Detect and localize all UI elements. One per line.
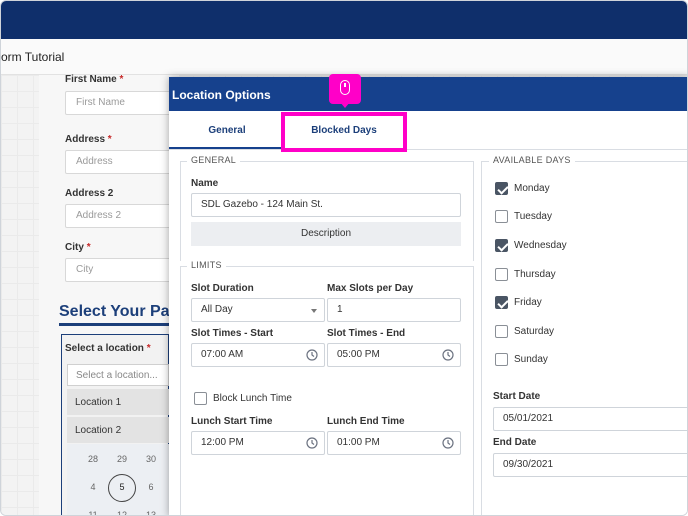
slot-duration-select[interactable]: All Day: [191, 298, 325, 322]
clock-icon[interactable]: [442, 349, 454, 361]
lunch-end-label: Lunch End Time: [327, 416, 405, 427]
section-heading-underline: [59, 323, 169, 326]
end-date-label: End Date: [493, 437, 537, 448]
modal-header: Location Options: [169, 77, 687, 111]
calendar-day[interactable]: 6: [141, 482, 161, 492]
name-label: Name: [191, 178, 219, 189]
saturday-checkbox[interactable]: [495, 325, 508, 338]
screenshot-frame: orm Tutorial First Name * First Name Add…: [0, 0, 688, 516]
slot-start-label: Slot Times - Start: [191, 328, 274, 339]
address-label: Address *: [65, 134, 112, 145]
app-title: orm Tutorial: [1, 50, 65, 64]
thursday-checkbox[interactable]: [495, 268, 508, 281]
clock-icon[interactable]: [306, 437, 318, 449]
slot-end-label: Slot Times - End: [327, 328, 406, 339]
calendar-day[interactable]: 28: [83, 454, 103, 464]
max-slots-label: Max Slots per Day: [327, 283, 414, 294]
slot-start-input[interactable]: 07:00 AM: [191, 343, 325, 367]
monday-label: Monday: [514, 183, 550, 194]
start-date-input[interactable]: 05/01/2021: [493, 407, 687, 431]
location-option[interactable]: Location 2: [67, 417, 169, 443]
sunday-checkbox[interactable]: [495, 353, 508, 366]
address2-label: Address 2: [65, 188, 114, 199]
friday-label: Friday: [514, 297, 542, 308]
calendar-day[interactable]: 29: [112, 454, 132, 464]
section-heading: Select Your Pa: [59, 303, 170, 320]
block-lunch-label: Block Lunch Time: [213, 393, 292, 404]
lunch-end-value: 01:00 PM: [337, 437, 380, 448]
calendar-day[interactable]: 13: [141, 510, 161, 515]
start-date-label: Start Date: [493, 391, 541, 402]
calendar-day[interactable]: 30: [141, 454, 161, 464]
calendar-day-selected[interactable]: 5: [112, 482, 132, 492]
slot-duration-label: Slot Duration: [191, 283, 254, 294]
city-label: City *: [65, 242, 91, 253]
lunch-end-input[interactable]: 01:00 PM: [327, 431, 461, 455]
first-name-label: First Name *: [65, 74, 124, 85]
slot-end-value: 05:00 PM: [337, 349, 380, 360]
wednesday-label: Wednesday: [514, 240, 567, 251]
tuesday-checkbox[interactable]: [495, 210, 508, 223]
clock-icon[interactable]: [306, 349, 318, 361]
sunday-label: Sunday: [514, 354, 548, 365]
city-input[interactable]: City: [65, 258, 175, 282]
lunch-start-input[interactable]: 12:00 PM: [191, 431, 325, 455]
location-label: Select a location *: [65, 343, 151, 354]
address-input[interactable]: Address: [65, 150, 175, 174]
app-top-bar: [1, 1, 687, 39]
clock-icon[interactable]: [442, 437, 454, 449]
slot-duration-value: All Day: [201, 304, 233, 315]
description-button[interactable]: Description: [191, 222, 461, 246]
modal-title: Location Options: [172, 88, 271, 102]
slot-end-input[interactable]: 05:00 PM: [327, 343, 461, 367]
click-target-highlight: [281, 112, 407, 152]
location-option[interactable]: Location 1: [67, 389, 169, 415]
address2-input[interactable]: Address 2: [65, 204, 175, 228]
calendar-day[interactable]: 4: [83, 482, 103, 492]
cursor-callout: [329, 74, 361, 108]
general-legend: GENERAL: [187, 155, 241, 165]
thursday-label: Thursday: [514, 269, 556, 280]
first-name-input[interactable]: First Name: [65, 91, 175, 115]
mouse-icon: [340, 80, 350, 95]
caret-down-icon: [311, 309, 317, 313]
wednesday-checkbox[interactable]: [495, 239, 508, 252]
friday-checkbox[interactable]: [495, 296, 508, 309]
limits-legend: LIMITS: [187, 260, 226, 270]
end-date-input[interactable]: 09/30/2021: [493, 453, 687, 477]
monday-checkbox[interactable]: [495, 182, 508, 195]
location-select[interactable]: Select a location...: [67, 364, 169, 386]
tab-general[interactable]: General: [169, 117, 285, 149]
lunch-start-label: Lunch Start Time: [191, 416, 273, 427]
name-input[interactable]: SDL Gazebo - 124 Main St.: [191, 193, 461, 217]
app-title-bar: [1, 39, 687, 75]
tabs-divider: [169, 149, 687, 150]
calendar-day[interactable]: 12: [112, 510, 132, 515]
block-lunch-checkbox[interactable]: [194, 392, 207, 405]
lunch-start-value: 12:00 PM: [201, 437, 244, 448]
slot-start-value: 07:00 AM: [201, 349, 244, 360]
available-days-legend: AVAILABLE DAYS: [489, 155, 575, 165]
calendar-day[interactable]: 11: [83, 510, 103, 515]
tuesday-label: Tuesday: [514, 211, 552, 222]
location-options-modal: Location Options General Blocked Days GE…: [169, 74, 687, 515]
saturday-label: Saturday: [514, 326, 555, 337]
max-slots-input[interactable]: 1: [327, 298, 461, 322]
